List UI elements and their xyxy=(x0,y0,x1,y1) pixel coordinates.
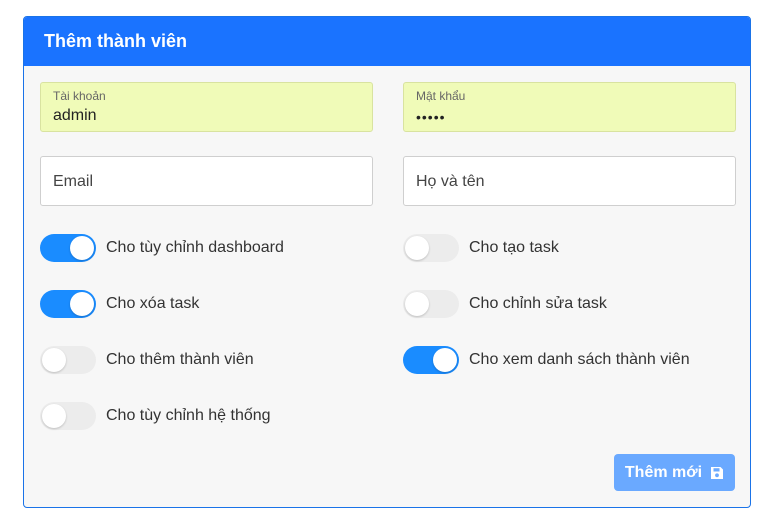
password-field[interactable]: Mật khẩu ••••• xyxy=(403,82,736,132)
account-value: admin xyxy=(53,107,97,124)
account-field[interactable]: Tài khoản admin xyxy=(40,82,373,132)
toggle-label: Cho tạo task xyxy=(469,239,559,256)
password-label: Mật khẩu xyxy=(416,89,466,103)
permission-create-task[interactable]: Cho tạo task xyxy=(403,233,559,263)
toggle-switch[interactable] xyxy=(40,234,96,262)
permission-add-member[interactable]: Cho thêm thành viên xyxy=(40,345,254,375)
toggle-switch[interactable] xyxy=(403,346,459,374)
toggle-knob xyxy=(70,292,94,316)
permission-delete-task[interactable]: Cho xóa task xyxy=(40,289,199,319)
toggle-switch[interactable] xyxy=(40,402,96,430)
password-value: ••••• xyxy=(416,109,446,125)
card-title: Thêm thành viên xyxy=(24,17,750,66)
toggle-knob xyxy=(42,348,66,372)
toggle-label: Cho xóa task xyxy=(106,295,200,312)
email-placeholder: Email xyxy=(53,173,94,190)
permission-edit-task[interactable]: Cho chỉnh sửa task xyxy=(403,289,607,319)
email-field[interactable]: Email xyxy=(40,156,373,206)
toggle-knob xyxy=(42,404,66,428)
fullname-placeholder: Họ và tên xyxy=(416,173,485,190)
toggle-knob xyxy=(70,236,94,260)
add-new-button-label: Thêm mới xyxy=(624,463,703,481)
permission-customize-dashboard[interactable]: Cho tùy chỉnh dashboard xyxy=(40,233,284,263)
toggle-label: Cho thêm thành viên xyxy=(106,351,254,368)
add-member-card: Thêm thành viên Tài khoản admin Mật khẩu… xyxy=(23,16,751,508)
toggle-switch[interactable] xyxy=(403,234,459,262)
account-label: Tài khoản xyxy=(53,89,106,103)
toggle-knob xyxy=(433,348,457,372)
permission-customize-system[interactable]: Cho tùy chỉnh hệ thống xyxy=(40,401,271,431)
toggle-knob xyxy=(405,236,429,260)
toggle-switch[interactable] xyxy=(40,290,96,318)
toggle-label: Cho tùy chỉnh dashboard xyxy=(106,239,284,256)
toggle-switch[interactable] xyxy=(40,346,96,374)
floppy-disk-icon xyxy=(711,466,724,479)
add-new-button[interactable]: Thêm mới xyxy=(614,454,735,491)
toggle-label: Cho xem danh sách thành viên xyxy=(469,351,690,368)
toggle-label: Cho chỉnh sửa task xyxy=(469,295,607,312)
toggle-label: Cho tùy chỉnh hệ thống xyxy=(106,407,271,424)
permission-view-members[interactable]: Cho xem danh sách thành viên xyxy=(403,345,690,375)
toggle-knob xyxy=(405,292,429,316)
fullname-field[interactable]: Họ và tên xyxy=(403,156,736,206)
toggle-switch[interactable] xyxy=(403,290,459,318)
